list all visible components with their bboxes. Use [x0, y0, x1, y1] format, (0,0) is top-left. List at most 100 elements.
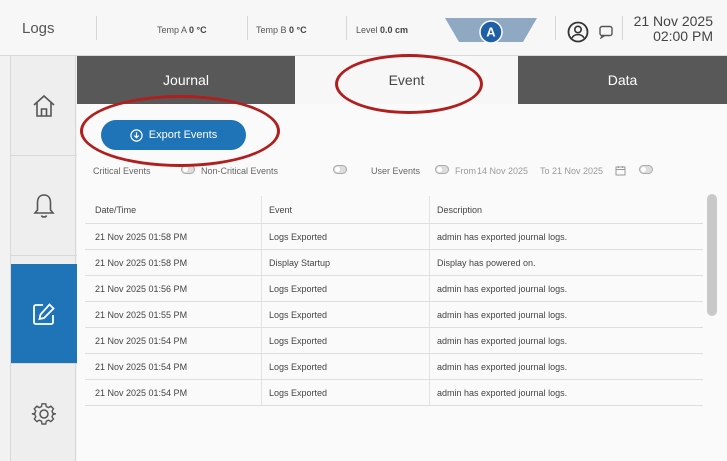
column-divider [261, 328, 262, 353]
divider [622, 16, 623, 40]
from-label: From [455, 166, 476, 176]
bell-icon [33, 193, 55, 218]
mode-badge-letter: A [486, 25, 496, 40]
cell-event: Logs Exported [269, 361, 328, 372]
tab-label: Data [607, 72, 638, 88]
date-range-toggle[interactable] [639, 165, 653, 174]
export-events-label: Export Events [148, 129, 218, 141]
critical-events-label: Critical Events [93, 166, 151, 176]
filter-bar: Critical Events Non-Critical Events User… [93, 164, 727, 180]
temp-b-value: 0 °C [289, 25, 307, 35]
to-label: To [540, 166, 550, 176]
cell-description: admin has exported journal logs. [437, 231, 568, 242]
cell-event: Logs Exported [269, 387, 328, 398]
date-time-display: 21 Nov 2025 02:00 PM [634, 14, 713, 44]
cell-datetime: 21 Nov 2025 01:54 PM [95, 335, 188, 346]
gear-icon [31, 402, 56, 425]
table-row[interactable]: 21 Nov 2025 01:54 PM Logs Exported admin… [85, 328, 703, 354]
cell-description: admin has exported journal logs. [437, 335, 568, 346]
sidebar-item-settings[interactable] [11, 364, 77, 461]
cell-description: admin has exported journal logs. [437, 387, 568, 398]
non-critical-events-label: Non-Critical Events [201, 166, 279, 176]
event-log-panel: Export Events Critical Events Non-Critic… [77, 104, 727, 461]
page-title: Logs [22, 20, 55, 37]
cell-description: admin has exported journal logs. [437, 283, 568, 294]
tab-journal[interactable]: Journal [77, 56, 295, 104]
table-row[interactable]: 21 Nov 2025 01:55 PM Logs Exported admin… [85, 302, 703, 328]
level-label: Level [356, 25, 378, 35]
temp-a-readout: Temp A 0 °C [157, 25, 207, 35]
cell-event: Display Startup [269, 257, 331, 268]
column-divider [261, 196, 262, 223]
sidebar-item-home[interactable] [11, 56, 77, 156]
level-value: 0.0 cm [380, 25, 409, 35]
column-divider [261, 250, 262, 275]
table-row[interactable]: 21 Nov 2025 01:58 PM Display Startup Dis… [85, 250, 703, 276]
table-row[interactable]: 21 Nov 2025 01:56 PM Logs Exported admin… [85, 276, 703, 302]
column-header-event[interactable]: Event [269, 196, 292, 223]
cell-datetime: 21 Nov 2025 01:54 PM [95, 361, 188, 372]
table-scrollbar[interactable] [707, 194, 717, 316]
column-header-description[interactable]: Description [437, 196, 482, 223]
column-divider [429, 302, 430, 327]
message-icon[interactable] [598, 25, 614, 39]
cell-event: Logs Exported [269, 283, 328, 294]
cell-event: Logs Exported [269, 309, 328, 320]
top-status-bar: Logs Temp A 0 °C Temp B 0 °C Level 0.0 c… [0, 0, 727, 56]
events-table: Date/Time Event Description 21 Nov 2025 … [85, 196, 703, 406]
current-time: 02:00 PM [653, 28, 713, 44]
cell-datetime: 21 Nov 2025 01:56 PM [95, 283, 188, 294]
table-row[interactable]: 21 Nov 2025 01:54 PM Logs Exported admin… [85, 354, 703, 380]
tab-event[interactable]: Event [295, 56, 518, 104]
tab-label: Event [388, 72, 425, 88]
sidebar [10, 56, 77, 461]
from-date-field[interactable]: 14 Nov 2025 [477, 166, 528, 176]
edit-icon [33, 302, 55, 325]
divider [96, 16, 97, 40]
column-divider [429, 276, 430, 301]
column-divider [261, 302, 262, 327]
cell-description: admin has exported journal logs. [437, 309, 568, 320]
cell-event: Logs Exported [269, 335, 328, 346]
column-divider [429, 380, 430, 405]
mode-badge[interactable]: A [443, 14, 539, 46]
table-row[interactable]: 21 Nov 2025 01:58 PM Logs Exported admin… [85, 224, 703, 250]
column-divider [261, 354, 262, 379]
column-header-datetime[interactable]: Date/Time [95, 196, 136, 223]
download-icon [130, 128, 143, 142]
cell-datetime: 21 Nov 2025 01:55 PM [95, 309, 188, 320]
temp-a-value: 0 °C [189, 25, 207, 35]
divider [247, 16, 248, 40]
divider [346, 16, 347, 40]
cell-description: Display has powered on. [437, 257, 536, 268]
column-divider [429, 196, 430, 223]
user-icon[interactable] [567, 21, 589, 43]
critical-events-toggle[interactable] [181, 165, 195, 174]
non-critical-events-toggle[interactable] [333, 165, 347, 174]
divider [555, 16, 556, 40]
column-divider [429, 224, 430, 249]
user-events-toggle[interactable] [435, 165, 449, 174]
column-divider [429, 250, 430, 275]
current-date: 21 Nov 2025 [633, 13, 713, 29]
column-divider [261, 224, 262, 249]
column-divider [429, 328, 430, 353]
tab-bar: Journal Event Data [77, 56, 727, 104]
cell-description: admin has exported journal logs. [437, 361, 568, 372]
column-divider [261, 276, 262, 301]
sidebar-item-logs[interactable] [11, 264, 77, 364]
to-date-field[interactable]: 21 Nov 2025 [552, 166, 603, 176]
calendar-icon[interactable] [615, 165, 626, 176]
tab-data[interactable]: Data [518, 56, 727, 104]
cell-datetime: 21 Nov 2025 01:54 PM [95, 387, 188, 398]
cell-datetime: 21 Nov 2025 01:58 PM [95, 231, 188, 242]
temp-a-label: Temp A [157, 25, 187, 35]
temp-b-label: Temp B [256, 25, 287, 35]
level-readout: Level 0.0 cm [356, 25, 408, 35]
export-events-button[interactable]: Export Events [101, 120, 246, 150]
column-divider [261, 380, 262, 405]
sidebar-item-alarms[interactable] [11, 156, 77, 256]
cell-datetime: 21 Nov 2025 01:58 PM [95, 257, 188, 268]
table-header: Date/Time Event Description [85, 196, 703, 224]
table-row[interactable]: 21 Nov 2025 01:54 PM Logs Exported admin… [85, 380, 703, 406]
